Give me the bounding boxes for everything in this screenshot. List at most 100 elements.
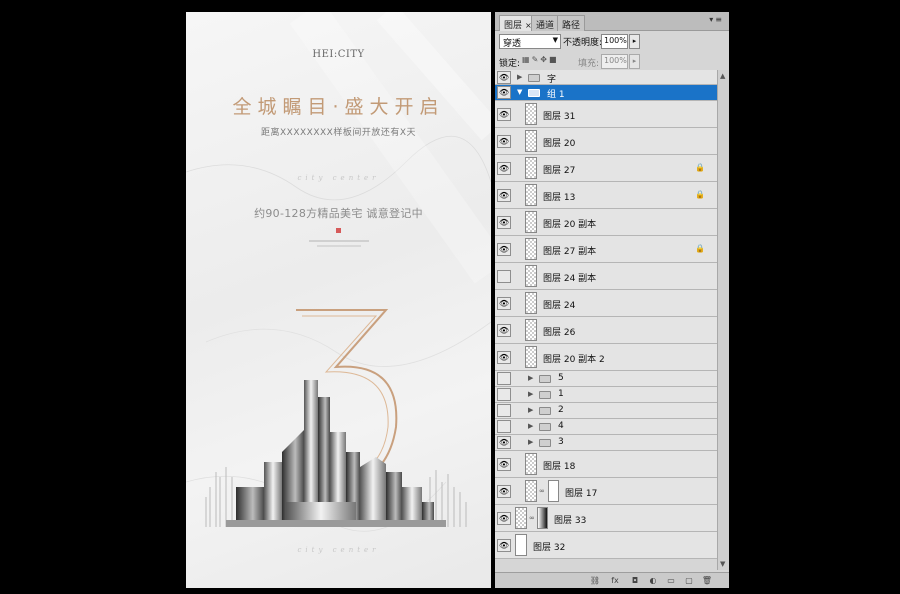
folder-icon xyxy=(539,439,551,447)
visibility-eye-icon[interactable]: 👁 xyxy=(497,243,511,256)
layer-name: 字 xyxy=(547,75,557,85)
layer-row[interactable]: 👁 ▼ 组 1 xyxy=(495,85,717,101)
layer-row[interactable]: 👁 🔒 图层 13 xyxy=(495,182,717,209)
visibility-eye-icon[interactable]: 👁 xyxy=(497,216,511,229)
layer-row[interactable]: 👁 ▶ 字 xyxy=(495,70,717,85)
visibility-eye-icon[interactable]: 👁 xyxy=(497,485,511,498)
folder-icon xyxy=(528,89,540,97)
fx-icon[interactable]: fx xyxy=(609,575,621,587)
lock-options[interactable]: ▦✎✥■ xyxy=(522,55,559,64)
layer-row[interactable]: 👁 图层 31 xyxy=(495,101,717,128)
panel-tab-bar: 图层 × 通道 路径 ▾≡ xyxy=(495,12,729,31)
visibility-eye-icon[interactable]: 👁 xyxy=(497,324,511,337)
layer-row[interactable]: 👁 ▶ 4 xyxy=(495,419,717,435)
layer-row[interactable]: 👁 🔒 图层 27 xyxy=(495,155,717,182)
layer-name: 2 xyxy=(558,405,564,415)
new-layer-icon[interactable]: ▢ xyxy=(683,575,695,587)
layer-row[interactable]: 👁 ▶ 2 xyxy=(495,403,717,419)
layer-row[interactable]: 👁 图层 18 xyxy=(495,451,717,478)
layer-row[interactable]: 👁 ▶ 5 xyxy=(495,371,717,387)
visibility-eye-icon[interactable]: 👁 xyxy=(497,351,511,364)
layer-row[interactable]: 👁 ∞ 图层 33 xyxy=(495,505,717,532)
layer-row[interactable]: 👁 ▶ 3 xyxy=(495,435,717,451)
layer-thumbnail xyxy=(525,265,537,287)
tab-channels[interactable]: 通道 xyxy=(531,15,560,31)
visibility-eye-icon[interactable]: 👁 xyxy=(497,436,511,449)
layer-list-scrollbar[interactable]: ▲ ▼ xyxy=(717,70,729,570)
red-seal xyxy=(336,228,341,233)
layer-row[interactable]: 👁 图层 20 副本 2 xyxy=(495,344,717,371)
layer-row[interactable]: 👁 图层 20 xyxy=(495,128,717,155)
lock-image-icon[interactable]: ✎ xyxy=(532,55,541,64)
visibility-eye-icon[interactable]: 👁 xyxy=(497,512,511,525)
layer-thumbnail xyxy=(525,319,537,341)
collapse-arrow-icon[interactable]: ▶ xyxy=(528,374,533,382)
visibility-eye-icon[interactable]: 👁 xyxy=(497,108,511,121)
panel-menu-icon[interactable]: ▾≡ xyxy=(709,15,724,24)
visibility-eye-icon[interactable]: 👁 xyxy=(497,71,511,84)
mask-link-icon[interactable]: ∞ xyxy=(539,487,545,495)
folder-icon xyxy=(539,423,551,431)
blend-mode-select[interactable]: 穿透 ▼ xyxy=(499,34,561,49)
delete-layer-icon[interactable]: 🗑 xyxy=(701,575,713,587)
visibility-eye-icon[interactable]: 👁 xyxy=(497,539,511,552)
new-group-icon[interactable]: ▭ xyxy=(665,575,677,587)
visibility-eye-icon[interactable]: 👁 xyxy=(497,458,511,471)
fill-slider-button[interactable]: ▸ xyxy=(629,54,640,69)
lock-label: 锁定: xyxy=(499,59,521,69)
folder-icon xyxy=(539,407,551,415)
expand-arrow-icon[interactable]: ▼ xyxy=(517,88,522,96)
layer-row[interactable]: 👁 ∞ 图层 17 xyxy=(495,478,717,505)
layer-name: 图层 31 xyxy=(543,112,576,122)
collapse-arrow-icon[interactable]: ▶ xyxy=(528,422,533,430)
visibility-eye-icon[interactable]: 👁 xyxy=(497,404,511,417)
visibility-eye-icon[interactable]: 👁 xyxy=(497,297,511,310)
scroll-down-icon[interactable]: ▼ xyxy=(720,560,725,568)
headline: 全城瞩目·盛大开启 xyxy=(232,96,445,118)
fill-input[interactable]: 100% xyxy=(601,54,628,69)
opacity-input[interactable]: 100% xyxy=(601,34,628,49)
visibility-eye-icon[interactable]: 👁 xyxy=(497,372,511,385)
visibility-eye-icon[interactable]: 👁 xyxy=(497,135,511,148)
layer-row[interactable]: 👁 图层 20 副本 xyxy=(495,209,717,236)
visibility-eye-icon[interactable]: 👁 xyxy=(497,162,511,175)
layer-thumbnail xyxy=(525,480,537,502)
layer-thumbnail xyxy=(525,157,537,179)
layer-name: 3 xyxy=(558,437,564,447)
mask-link-icon[interactable]: ∞ xyxy=(529,514,535,522)
opacity-slider-button[interactable]: ▸ xyxy=(629,34,640,49)
link-layers-icon[interactable]: ⛓ xyxy=(589,575,601,587)
collapse-arrow-icon[interactable]: ▶ xyxy=(528,390,533,398)
scroll-up-icon[interactable]: ▲ xyxy=(720,72,725,80)
layer-row[interactable]: 👁 图层 24 副本 xyxy=(495,263,717,290)
tab-paths[interactable]: 路径 xyxy=(557,15,586,31)
adjustment-layer-icon[interactable]: ◐ xyxy=(647,575,659,587)
collapse-arrow-icon[interactable]: ▶ xyxy=(528,438,533,446)
layer-name: 图层 20 副本 2 xyxy=(543,355,605,365)
visibility-eye-icon[interactable]: 👁 xyxy=(497,388,511,401)
layer-row[interactable]: 👁 ▶ 1 xyxy=(495,387,717,403)
layer-row[interactable]: 👁 图层 32 xyxy=(495,532,717,559)
visibility-eye-icon[interactable]: 👁 xyxy=(497,270,511,283)
layer-row[interactable]: 👁 🔒 图层 27 副本 xyxy=(495,236,717,263)
fine-print-line-2 xyxy=(186,244,491,248)
layer-mask-thumbnail[interactable] xyxy=(537,507,548,529)
layer-name: 图层 17 xyxy=(565,489,598,499)
lock-transparent-icon[interactable]: ▦ xyxy=(522,55,532,64)
collapse-arrow-icon[interactable]: ▶ xyxy=(517,73,522,81)
lock-all-icon[interactable]: ■ xyxy=(549,55,559,64)
layer-name: 图层 27 副本 xyxy=(543,247,597,257)
layer-row[interactable]: 👁 图层 24 xyxy=(495,290,717,317)
add-mask-icon[interactable]: ◘ xyxy=(629,575,641,587)
visibility-eye-icon[interactable]: 👁 xyxy=(497,420,511,433)
lock-position-icon[interactable]: ✥ xyxy=(540,55,549,64)
layer-mask-thumbnail[interactable] xyxy=(548,480,559,502)
layer-row[interactable]: 👁 图层 26 xyxy=(495,317,717,344)
visibility-eye-icon[interactable]: 👁 xyxy=(497,189,511,202)
collapse-arrow-icon[interactable]: ▶ xyxy=(528,406,533,414)
layer-lock-icon: 🔒 xyxy=(695,190,705,199)
script-top: city center xyxy=(297,174,380,182)
visibility-eye-icon[interactable]: 👁 xyxy=(497,86,511,99)
script-bottom: city center xyxy=(297,546,380,554)
layer-thumbnail xyxy=(525,211,537,233)
